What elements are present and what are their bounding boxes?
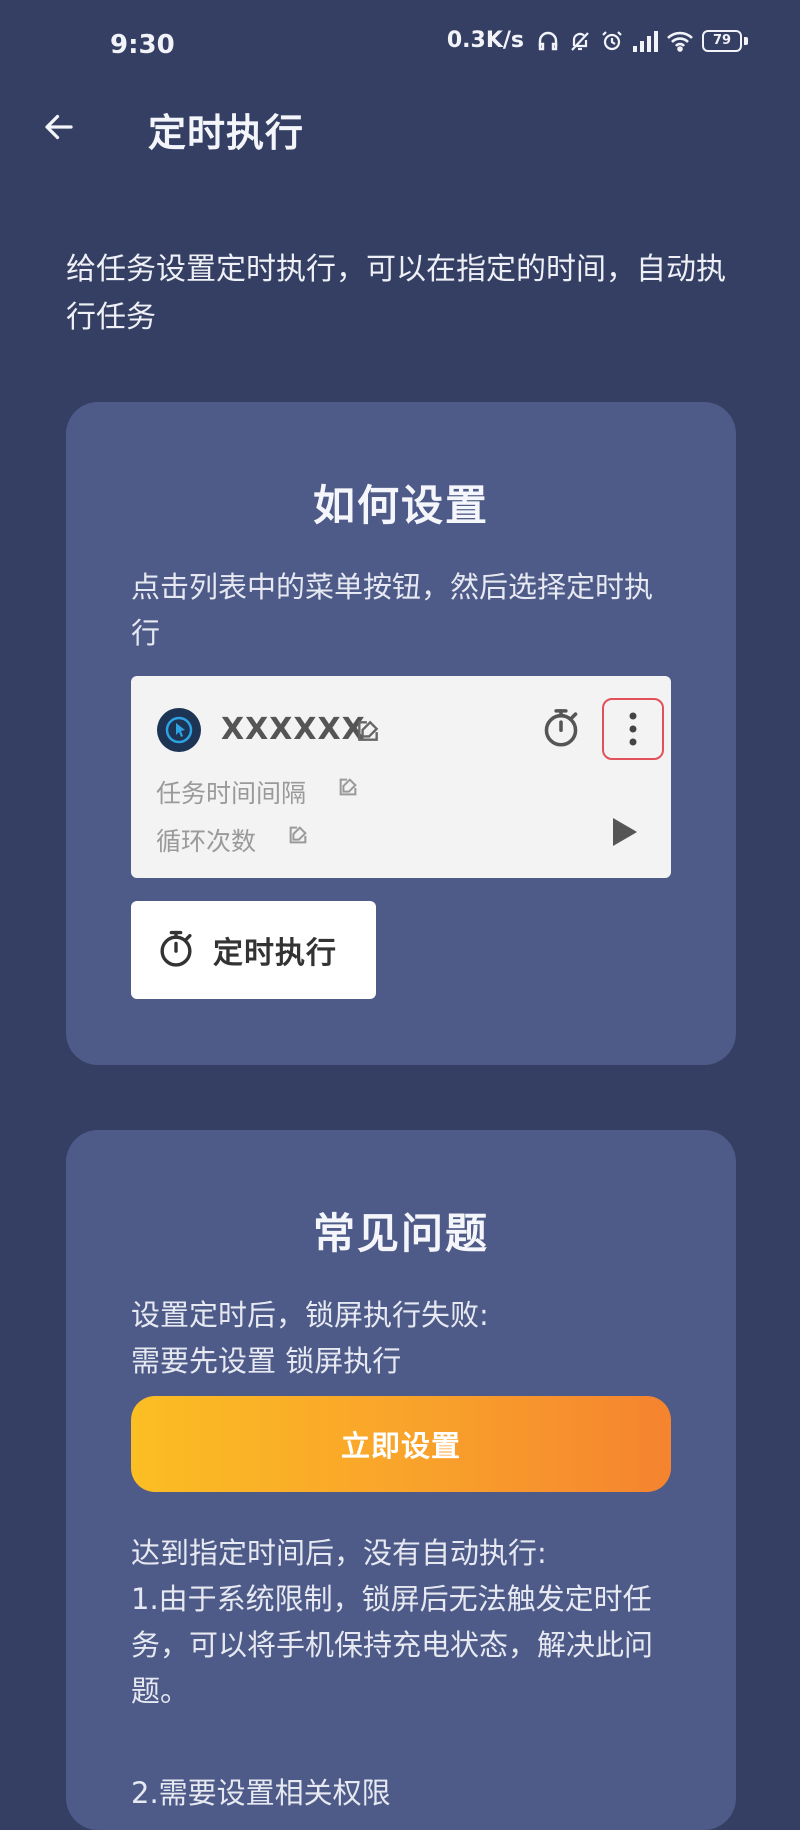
- faq-question-2-title: 达到指定时间后，没有自动执行:: [131, 1536, 547, 1570]
- alarm-icon: [600, 29, 624, 53]
- edit-icon: [355, 718, 381, 748]
- edit-icon: [287, 824, 309, 850]
- faq-title: 常见问题: [312, 1209, 489, 1258]
- task-name: XXXXXX: [221, 712, 366, 747]
- example-task-item: XXXXXX 任务时间间隔 循环次数: [131, 676, 671, 878]
- how-to-description: 点击列表中的菜单按钮，然后选择定时执行: [131, 570, 654, 650]
- timer-icon: [541, 706, 581, 752]
- more-menu-button[interactable]: [602, 698, 664, 760]
- task-logo-icon: [157, 708, 201, 752]
- task-loop-label: 循环次数: [156, 827, 257, 856]
- status-bar: 9:30 0.3K/s 79: [0, 0, 800, 90]
- how-to-card: 如何设置 点击列表中的菜单按钮，然后选择定时执行 XXXXXX 任务时间间隔 循…: [66, 402, 736, 1065]
- intro-text: 给任务设置定时执行，可以在指定的时间，自动执行任务: [66, 252, 726, 335]
- schedule-menu-option[interactable]: 定时执行: [131, 901, 376, 999]
- network-speed: 0.3K/s: [446, 28, 524, 53]
- play-icon: [613, 818, 637, 846]
- faq-question-1-answer: 需要先设置 锁屏执行: [131, 1344, 402, 1378]
- faq-question-2-answer: 1.由于系统限制，锁屏后无法触发定时任务，可以将手机保持充电状态，解决此问题。: [131, 1582, 654, 1708]
- faq-question-2: 达到指定时间后，没有自动执行: 1.由于系统限制，锁屏后无法触发定时任务，可以将…: [131, 1530, 671, 1714]
- back-button[interactable]: [36, 104, 82, 150]
- page-title: 定时执行: [148, 111, 305, 155]
- how-to-title: 如何设置: [312, 481, 489, 530]
- timer-icon: [157, 928, 195, 972]
- faq-question-1-title: 设置定时后，锁屏执行失败:: [131, 1298, 489, 1332]
- task-interval-label: 任务时间间隔: [156, 779, 307, 808]
- battery-level: 79: [712, 33, 732, 48]
- play-button[interactable]: [605, 812, 645, 852]
- schedule-option-label: 定时执行: [213, 936, 337, 971]
- faq-question-1: 设置定时后，锁屏执行失败: 需要先设置 锁屏执行: [131, 1292, 671, 1384]
- status-time: 9:30: [110, 30, 175, 60]
- signal-icon: [632, 30, 658, 52]
- more-vertical-icon: [629, 712, 637, 746]
- headset-icon: [536, 29, 560, 53]
- battery-icon: 79: [702, 29, 748, 52]
- arrow-left-icon: [45, 114, 73, 140]
- app-bar: 定时执行: [0, 90, 800, 160]
- edit-icon: [337, 776, 359, 802]
- wifi-icon: [666, 30, 694, 52]
- status-icons: 0.3K/s 79: [447, 28, 748, 53]
- faq-card: 常见问题 设置定时后，锁屏执行失败: 需要先设置 锁屏执行 立即设置 达到指定时…: [66, 1130, 736, 1830]
- notification-off-icon: [568, 29, 592, 53]
- set-now-button[interactable]: 立即设置: [131, 1396, 671, 1492]
